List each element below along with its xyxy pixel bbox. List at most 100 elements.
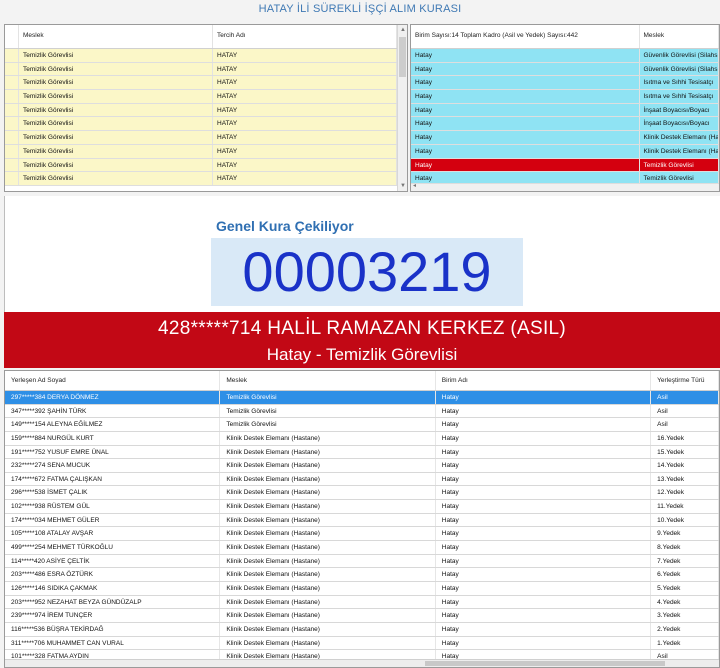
tercih-row[interactable]: Temizlik Görevlisi HATAY (5, 103, 407, 118)
table-row[interactable]: 203*****952 NEZAHAT BEYZA GÜNDÜZALP Klini… (5, 595, 719, 610)
cell-meslek: Klinik Destek Elemanı (Hastane) (220, 541, 436, 554)
app-window: HATAY İLİ SÜREKLİ İŞÇİ ALIM KURASI Mesle… (0, 0, 720, 668)
tercih-row[interactable]: Temizlik Görevlisi HATAY (5, 158, 407, 173)
scroll-down-icon[interactable]: ▼ (398, 181, 407, 191)
cell-yerlestirme-turu: Asil (651, 404, 719, 418)
table-row[interactable]: 116*****536 BÜŞRA TEKİRDAĞ Klinik Destek … (5, 622, 719, 637)
table-row[interactable]: 347*****392 ŞAHİN TÜRK Temizlik Görevlisi… (5, 404, 719, 419)
birim-row[interactable]: Hatay İnşaat Boyacısı/Boyacı (411, 117, 719, 132)
row-header-cell[interactable] (5, 158, 19, 172)
tercih-grid-body: Temizlik Görevlisi HATAY Temizlik Görevlis… (5, 49, 407, 186)
row-header-cell[interactable] (5, 76, 19, 90)
cell-birim: Hatay (411, 131, 640, 144)
column-header-meslek[interactable]: Meslek (19, 25, 213, 48)
table-row[interactable]: 203*****486 ESRA ÖZTÜRK Klinik Destek Ele… (5, 568, 719, 582)
column-header-birim[interactable]: Birim Adı (436, 371, 652, 390)
row-header-cell[interactable] (5, 172, 19, 185)
birim-row-active[interactable]: Hatay Temizlik Görevlisi (411, 158, 719, 173)
column-header-yerlestirme-turu[interactable]: Yerleştirme Türü (651, 371, 719, 390)
cell-meslek: İnşaat Boyacısı/Boyacı (640, 117, 719, 131)
cell-yerlestirme-turu: 15.Yedek (651, 445, 719, 459)
column-header-meslek[interactable]: Meslek (220, 371, 436, 390)
tercih-row[interactable]: Temizlik Görevlisi HATAY (5, 117, 407, 132)
tercih-grid[interactable]: Meslek Tercih Adı Temizlik Görevlisi HATA… (4, 24, 408, 192)
results-grid[interactable]: Yerleşen Ad Soyad Meslek Birim Adı Yerle… (4, 370, 720, 668)
table-row[interactable]: 102*****938 RÜSTEM GÜL Klinik Destek Elem… (5, 500, 719, 514)
birim-row[interactable]: Hatay Isıtma ve Sıhhi Tesisatçı (411, 76, 719, 91)
cell-yerlestirme-turu: 16.Yedek (651, 431, 719, 445)
column-header-yerlesen[interactable]: Yerleşen Ad Soyad (5, 371, 221, 390)
cell-meslek: Temizlik Görevlisi (640, 158, 719, 172)
table-row[interactable]: 296*****538 İSMET ÇALIK Klinik Destek Ele… (5, 486, 719, 501)
cell-birim: Hatay (411, 90, 640, 103)
scroll-up-icon[interactable]: ▲ (398, 25, 407, 35)
results-horizontal-scrollbar[interactable] (5, 659, 719, 667)
draw-status-label: Genel Kura Çekiliyor (216, 218, 354, 234)
scrollbar-thumb[interactable] (399, 37, 406, 77)
birim-row[interactable]: HatayKlinik Destek Elemanı (Hastane) (411, 131, 719, 145)
cell-tercih-adi: HATAY (213, 131, 397, 144)
birim-row[interactable]: Hatay Isıtma ve Sıhhi Tesisatçı (411, 90, 719, 104)
table-row[interactable]: 174*****034 MEHMET GÜLER Klinik Destek El… (5, 513, 719, 528)
birim-row[interactable]: Hatay İnşaat Boyacısı/Boyacı (411, 103, 719, 118)
table-row-selected[interactable]: 297*****384 DERYA DÖNMEZ Temizlik Görevli… (5, 391, 719, 405)
row-header-cell[interactable] (5, 103, 19, 117)
cell-birim: Hatay (436, 391, 652, 404)
table-row[interactable]: 239*****974 İREM TUNÇER Klinik Destek Ele… (5, 609, 719, 623)
cell-birim: Hatay (436, 445, 652, 459)
table-row[interactable]: 311*****706 MUHAMMET CAN VURAL Klinik Des… (5, 636, 719, 651)
birim-row[interactable]: HatayKlinik Destek Elemanı (Hastane) (411, 144, 719, 159)
tercih-row[interactable]: Temizlik Görevlisi HATAY (5, 49, 407, 63)
page-title: HATAY İLİ SÜREKLİ İŞÇİ ALIM KURASI (258, 3, 462, 15)
row-header-cell[interactable] (5, 62, 19, 76)
tercih-grid-vertical-scrollbar[interactable]: ▲ ▼ (397, 25, 407, 191)
birim-grid-header: Birim Sayısı:14 Toplam Kadro (Asil ve Ye… (411, 25, 719, 49)
birim-row[interactable]: Hatay Güvenlik Görevlisi (Silahsız) (411, 49, 719, 63)
cell-yerlesen: 203*****486 ESRA ÖZTÜRK (5, 568, 221, 581)
birim-grid-body: Hatay Güvenlik Görevlisi (Silahsız) Hatay G… (411, 49, 719, 186)
cell-meslek: Klinik Destek Elemanı (Hastane) (220, 431, 436, 445)
column-header-meslek[interactable]: Meslek (640, 25, 719, 48)
row-header-cell[interactable] (5, 49, 19, 62)
row-header-cell[interactable] (5, 90, 19, 103)
tercih-row[interactable]: Temizlik Görevlisi HATAY (5, 144, 407, 159)
tercih-row[interactable]: Temizlik Görevlisi HATAY (5, 76, 407, 91)
tercih-row[interactable]: Temizlik Görevlisi HATAY (5, 131, 407, 145)
birim-grid[interactable]: Birim Sayısı:14 Toplam Kadro (Asil ve Ye… (410, 24, 720, 192)
cell-tercih-adi: HATAY (213, 76, 397, 90)
table-row[interactable]: 105*****108 ATALAY AVŞAR Klinik Destek El… (5, 527, 719, 542)
table-row[interactable]: 126*****146 SIDIKA ÇAKMAK Klinik Destek E… (5, 581, 719, 596)
table-row[interactable]: 232*****274 SENA MUCUK Klinik Destek Elem… (5, 459, 719, 473)
column-header-tercih-adi[interactable]: Tercih Adı (213, 25, 397, 48)
table-row[interactable]: 159*****884 NURGÜL KURT Klinik Destek Ele… (5, 431, 719, 446)
table-row[interactable]: 499*****254 MEHMET TÜRKOĞLU Klinik Destek… (5, 541, 719, 555)
row-header-cell[interactable] (5, 117, 19, 131)
cell-meslek: Temizlik Görevlisi (19, 90, 213, 103)
cell-meslek: Temizlik Görevlisi (19, 172, 213, 185)
cell-meslek: Klinik Destek Elemanı (Hastane) (220, 486, 436, 500)
tercih-row[interactable]: Temizlik Görevlisi HATAY (5, 62, 407, 77)
tercih-row[interactable]: Temizlik Görevlisi HATAY (5, 172, 407, 186)
cell-birim: Hatay (436, 595, 652, 609)
table-row[interactable]: 114*****420 ASİYE ÇELTİK Klinik Destek El… (5, 554, 719, 569)
cell-meslek: Klinik Destek Elemanı (Hastane) (220, 581, 436, 595)
cell-yerlesen: 174*****034 MEHMET GÜLER (5, 513, 221, 527)
cell-yerlesen: 114*****420 ASİYE ÇELTİK (5, 554, 221, 568)
table-row[interactable]: 149*****154 ALEYNA EĞİLMEZ Temizlik Görev… (5, 418, 719, 432)
table-row[interactable]: 191*****752 YUSUF EMRE ÜNAL Klinik Destek… (5, 445, 719, 460)
birim-row[interactable]: Hatay Güvenlik Görevlisi (Silahsız) (411, 62, 719, 77)
row-header-cell[interactable] (5, 144, 19, 158)
cell-meslek: Klinik Destek Elemanı (Hastane) (640, 131, 719, 144)
table-row[interactable]: 174*****672 FATMA ÇALIŞKAN Klinik Destek … (5, 472, 719, 487)
row-header-cell[interactable] (5, 131, 19, 144)
birim-grid-horizontal-scrollbar[interactable]: ◂ (411, 183, 719, 191)
cell-yerlestirme-turu: 2.Yedek (651, 622, 719, 636)
scroll-left-icon[interactable]: ◂ (413, 182, 416, 189)
column-header-birim[interactable]: Birim Sayısı:14 Toplam Kadro (Asil ve Ye… (411, 25, 640, 48)
cell-meslek: Klinik Destek Elemanı (Hastane) (220, 459, 436, 472)
cell-birim: Hatay (411, 144, 640, 158)
tercih-row[interactable]: Temizlik Görevlisi HATAY (5, 90, 407, 104)
cell-yerlestirme-turu: 5.Yedek (651, 581, 719, 595)
scrollbar-thumb[interactable] (425, 661, 665, 666)
cell-yerlesen: 232*****274 SENA MUCUK (5, 459, 221, 472)
